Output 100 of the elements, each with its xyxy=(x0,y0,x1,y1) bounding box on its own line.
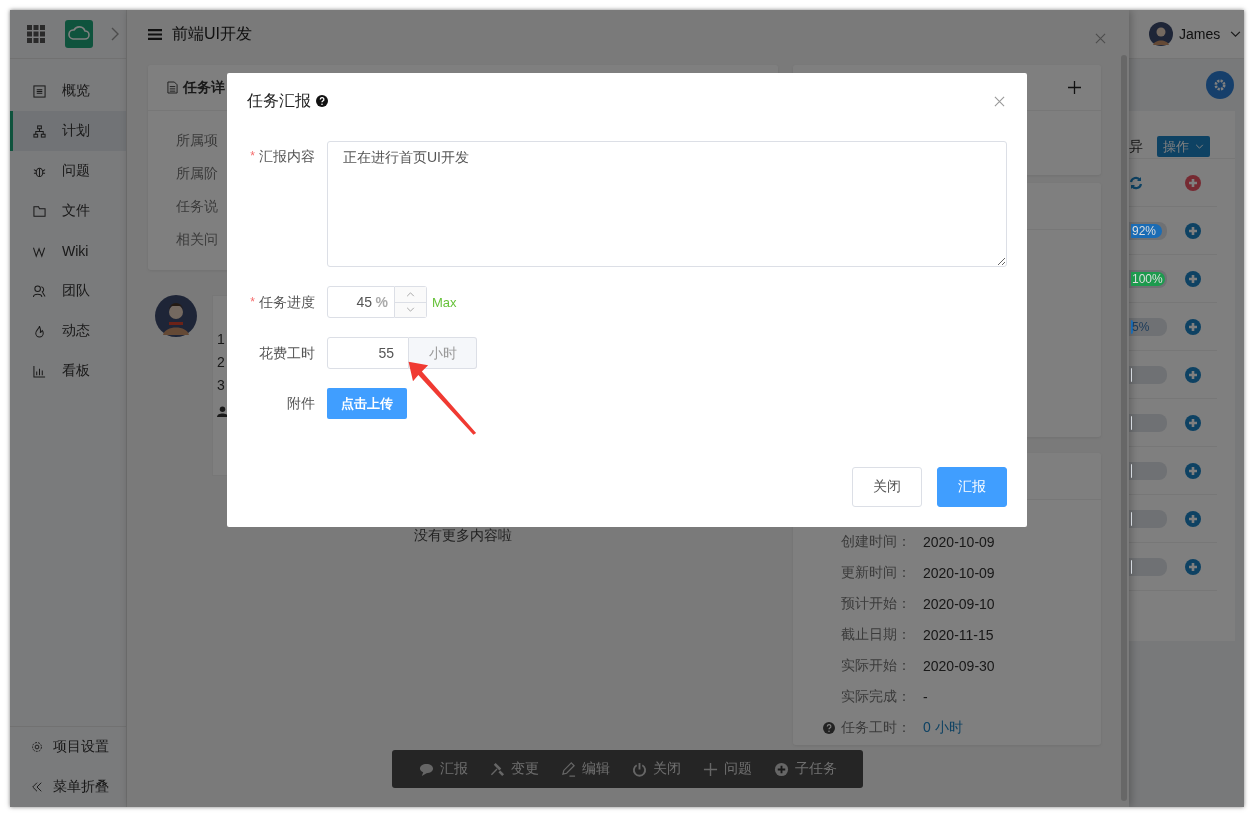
info-value: 2020-10-09 xyxy=(923,564,995,581)
close-icon[interactable] xyxy=(994,95,1005,107)
grid-icon[interactable] xyxy=(27,25,45,43)
required-asterisk: * xyxy=(250,294,255,311)
info-label: 预计开始： xyxy=(841,594,912,613)
field-label: 所属阶 xyxy=(176,164,219,183)
double-chevron-left-icon xyxy=(31,781,43,793)
toolbar-button[interactable]: 关闭 xyxy=(631,760,681,778)
chat-icon xyxy=(418,761,434,777)
sidebar-item[interactable]: 问题 xyxy=(10,151,126,191)
form-label: 任务进度 xyxy=(259,293,315,312)
info-label: 实际开始： xyxy=(841,656,912,675)
overview-icon xyxy=(33,84,46,98)
info-value: 2020-09-10 xyxy=(923,595,995,612)
field-label: 所属项 xyxy=(176,131,219,150)
plus-icon xyxy=(702,761,718,777)
sidebar-item[interactable]: 概览 xyxy=(10,71,126,111)
field-label: 任务说 xyxy=(176,197,219,216)
comment-text: 1 xyxy=(217,330,225,349)
add-circle-icon[interactable] xyxy=(1185,366,1201,383)
card-title: 任务详 xyxy=(183,78,225,97)
add-circle-icon[interactable] xyxy=(1185,222,1201,239)
toolbar-button[interactable]: 子任务 xyxy=(773,760,837,778)
collapse-menu-link[interactable]: 菜单折叠 xyxy=(10,767,126,807)
cloud-logo[interactable] xyxy=(65,20,93,48)
user-name[interactable]: James xyxy=(1179,26,1221,42)
add-circle-icon[interactable] xyxy=(1185,318,1201,335)
toolbar-button[interactable]: 汇报 xyxy=(418,760,468,778)
plus-icon[interactable] xyxy=(1068,81,1081,94)
field-label: 相关问 xyxy=(176,230,219,249)
flame-icon xyxy=(33,324,46,338)
info-value: 2020-10-09 xyxy=(923,533,995,550)
drawer-title: 前端UI开发 xyxy=(172,23,252,44)
action-dropdown-button[interactable]: 操作 xyxy=(1157,136,1210,157)
add-circle-icon[interactable] xyxy=(1185,510,1201,527)
plus-circle-icon xyxy=(773,761,789,777)
sitemap-icon xyxy=(33,124,46,138)
settings-button[interactable] xyxy=(1206,71,1234,99)
sidebar-item[interactable]: 文件 xyxy=(10,191,126,231)
chevron-down-icon xyxy=(406,307,415,313)
sidebar-item[interactable]: 看板 xyxy=(10,351,126,391)
unit-addon: 小时 xyxy=(409,337,477,369)
form-label: 花费工时 xyxy=(259,344,315,363)
add-circle-icon[interactable] xyxy=(1185,462,1201,479)
sidebar-item[interactable]: 动态 xyxy=(10,311,126,351)
settings-link[interactable]: 项目设置 xyxy=(10,727,126,767)
add-circle-icon[interactable] xyxy=(1185,174,1201,191)
percent-suffix: % xyxy=(375,293,388,311)
refresh-icon[interactable] xyxy=(1129,175,1143,190)
bar-chart-icon xyxy=(33,364,46,378)
info-value: 2020-09-30 xyxy=(923,657,995,674)
column-header: 异 xyxy=(1129,137,1143,156)
document-icon xyxy=(167,81,178,94)
add-circle-icon[interactable] xyxy=(1185,558,1201,575)
progress-label: 100% xyxy=(1132,270,1163,287)
info-label: 更新时间： xyxy=(841,563,912,582)
user-icon xyxy=(217,406,228,417)
hammer-icon xyxy=(489,761,505,777)
end-of-list-text: 没有更多内容啦 xyxy=(413,527,513,545)
progress-label: 92% xyxy=(1132,222,1157,239)
chevron-down-icon[interactable] xyxy=(1230,30,1242,38)
list-icon xyxy=(148,28,162,40)
sidebar-item[interactable]: 团队 xyxy=(10,271,126,311)
info-label: 创建时间： xyxy=(841,532,912,551)
max-link[interactable]: Max xyxy=(432,294,457,310)
info-label: 截止日期： xyxy=(841,625,912,644)
info-value: 2020-11-15 xyxy=(923,626,994,643)
avatar[interactable] xyxy=(1149,22,1173,46)
toolbar-button[interactable]: 问题 xyxy=(702,760,752,778)
power-icon xyxy=(631,761,647,777)
report-content-field[interactable]: 正在进行首页UI开发 xyxy=(327,141,1007,267)
form-label: 附件 xyxy=(287,394,315,413)
close-icon[interactable] xyxy=(1095,32,1106,44)
chevron-up-icon xyxy=(406,291,415,297)
settings-icon xyxy=(31,741,43,753)
comment-text: 3 xyxy=(217,376,225,395)
form-label: 汇报内容 xyxy=(259,147,315,166)
sidebar-item[interactable]: Wiki xyxy=(10,231,126,271)
caret-icon xyxy=(1195,144,1204,149)
hours-link[interactable]: 0 小时 xyxy=(923,718,963,737)
info-value: - xyxy=(923,688,928,705)
upload-button[interactable]: 点击上传 xyxy=(327,388,407,419)
submit-button[interactable]: 汇报 xyxy=(937,467,1007,507)
avatar xyxy=(155,295,197,337)
chevron-right-icon xyxy=(111,27,119,41)
cancel-button[interactable]: 关闭 xyxy=(852,467,922,507)
toolbar-button[interactable]: 变更 xyxy=(489,760,539,778)
info-label: 实际完成： xyxy=(841,687,912,706)
comment-text: 2 xyxy=(217,353,225,372)
dialog-title: 任务汇报 xyxy=(247,90,311,111)
help-icon[interactable] xyxy=(316,95,328,107)
hours-input[interactable]: 55 xyxy=(327,337,409,369)
toolbar-button[interactable]: 编辑 xyxy=(560,760,610,778)
add-circle-icon[interactable] xyxy=(1185,414,1201,431)
team-icon xyxy=(33,284,46,298)
sidebar-item[interactable]: 计划 xyxy=(10,111,126,151)
pencil-icon xyxy=(560,761,576,777)
required-asterisk: * xyxy=(250,148,255,165)
folder-icon xyxy=(33,204,46,218)
add-circle-icon[interactable] xyxy=(1185,270,1201,287)
